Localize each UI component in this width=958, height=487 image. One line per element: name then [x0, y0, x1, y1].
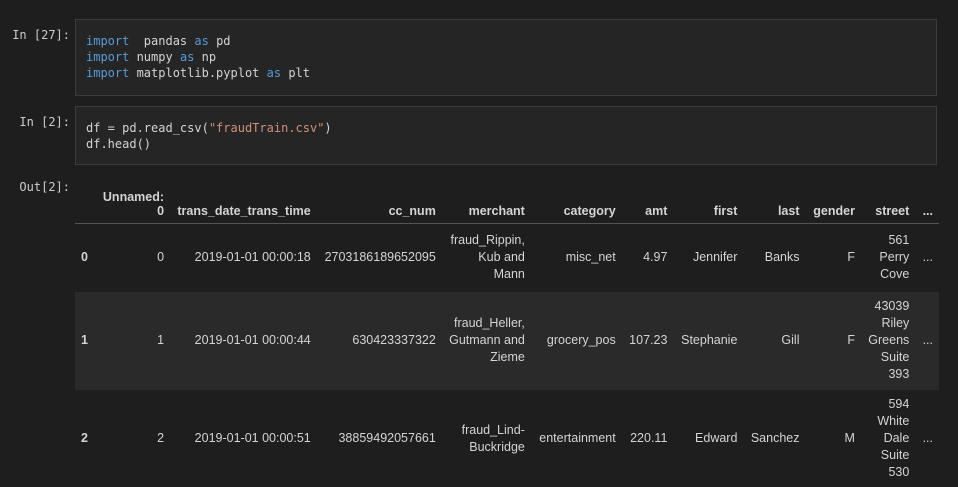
code-keyword: as [266, 66, 282, 80]
table-row: 1 1 2019-01-01 00:00:44 630423337322 fraud_H… [75, 291, 939, 390]
column-header: ... [915, 174, 939, 224]
table-cell: 220.11 [630, 431, 668, 445]
code-keyword: import [86, 34, 130, 48]
column-header: merchant [441, 174, 531, 224]
column-header: last [743, 174, 806, 224]
table-cell: 38859492057661 [338, 431, 436, 445]
code-cell-imports[interactable]: import pandas as pd import numpy as np imp… [75, 19, 937, 96]
table-cell: fraud_Heller, Gutmann and Zieme [449, 316, 525, 364]
table-cell: 2019-01-01 00:00:18 [194, 250, 311, 265]
table-cell: Edward [695, 431, 738, 445]
cell-prompt-1: In [27]: [12, 28, 70, 42]
column-header: Unnamed: 0 [95, 174, 171, 224]
code-text: plt [281, 66, 310, 80]
table-cell: fraud_Rippin, Kub and Mann [450, 233, 525, 282]
table-row: 0 0 2019-01-01 00:00:18 2703186189652095 fra… [75, 223, 939, 292]
code-line: import matplotlib.pyplot as plt [86, 65, 926, 81]
table-cell: Gill [781, 333, 800, 347]
code-cell-read-csv[interactable]: df = pd.read_csv("fraudTrain.csv") df.hea… [75, 106, 937, 165]
code-line: df.head() [86, 136, 926, 152]
table-cell: 561 Perry Cove [879, 233, 910, 282]
table-cell: misc_net [565, 250, 616, 265]
column-header: gender [805, 174, 861, 224]
table-cell: Jennifer [692, 250, 738, 265]
table-cell: Stephanie [681, 333, 738, 347]
table-cell: Banks [764, 250, 800, 265]
table-cell: ... [922, 333, 933, 347]
code-line: df = pd.read_csv("fraudTrain.csv") [86, 120, 926, 136]
table-cell: M [844, 431, 855, 445]
column-header: street [860, 174, 916, 224]
table-row: 2 2 2019-01-01 00:00:51 38859492057661 fraud… [75, 389, 939, 487]
output-prompt: Out[2]: [19, 180, 70, 194]
dataframe-table: Unnamed: 0 trans_date_trans_time cc_num mer… [75, 174, 939, 487]
column-header: amt [621, 174, 674, 224]
table-cell: 0 [157, 250, 165, 265]
code-text: df.head() [86, 137, 152, 151]
table-cell: entertainment [539, 431, 616, 445]
table-cell: 2 [157, 431, 165, 445]
code-text: matplotlib.pyplot [129, 66, 267, 80]
column-header: cc_num [316, 174, 442, 224]
code-line: import pandas as pd [86, 33, 926, 49]
code-text: df = pd.read_csv( [86, 121, 209, 135]
index-header [75, 174, 96, 224]
table-cell: grocery_pos [546, 333, 616, 347]
code-text: np [194, 50, 217, 64]
table-cell: F [847, 333, 855, 347]
code-keyword: as [179, 50, 195, 64]
column-header: first [673, 174, 744, 224]
cell-prompt-2: In [2]: [19, 115, 70, 129]
code-text: pd [208, 34, 231, 48]
table-cell: F [847, 250, 855, 265]
table-cell: 2703186189652095 [324, 250, 436, 265]
code-keyword: import [86, 50, 130, 64]
code-text: numpy [129, 50, 180, 64]
code-string: "fraudTrain.csv" [208, 121, 325, 135]
table-cell: 594 White Dale Suite 530 [877, 397, 910, 479]
table-cell: 630423337322 [352, 333, 436, 347]
table-cell: 1 [157, 333, 165, 347]
table-cell: 2019-01-01 00:00:51 [194, 431, 311, 445]
column-header: category [530, 174, 622, 224]
table-cell: fraud_Lind-Buckridge [461, 422, 525, 454]
code-keyword: as [194, 34, 209, 48]
dataframe-output: Unnamed: 0 trans_date_trans_time cc_num mer… [75, 174, 939, 487]
row-index: 1 [81, 333, 88, 347]
row-index: 2 [81, 431, 88, 445]
table-cell: 2019-01-01 00:00:44 [194, 333, 311, 347]
column-header: trans_date_trans_time [170, 174, 317, 224]
table-cell: ... [922, 250, 933, 265]
table-cell: ... [922, 431, 933, 445]
code-keyword: import [86, 66, 130, 80]
table-cell: Sanchez [750, 431, 800, 445]
code-line: import numpy as np [86, 49, 926, 65]
code-text: ) [324, 121, 332, 135]
table-cell: 4.97 [643, 250, 668, 265]
row-index: 0 [81, 250, 88, 265]
table-cell: 107.23 [629, 333, 668, 347]
code-text: pandas [129, 34, 195, 48]
table-cell: 43039 Riley Greens Suite 393 [868, 299, 910, 381]
